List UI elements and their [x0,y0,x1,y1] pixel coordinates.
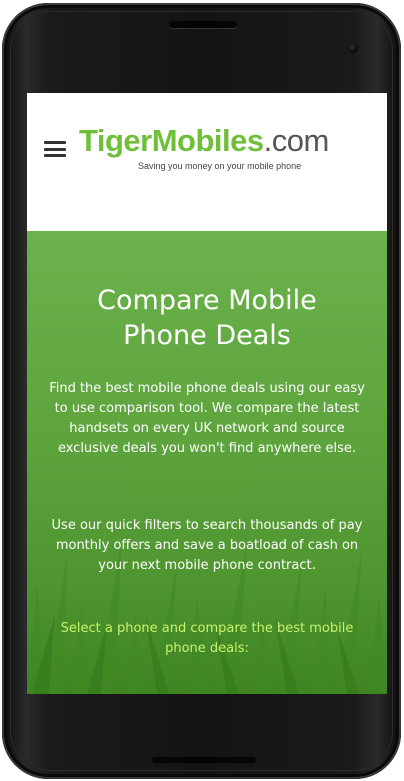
site-logo[interactable]: TigerMobiles.com [79,123,329,159]
logo-tld: .com [263,123,330,158]
logo-brand: TigerMobiles [79,123,264,158]
hero-title-line1: Compare Mobile [97,285,317,316]
front-camera [348,43,358,53]
compare-cta: Select a phone and compare the best mobi… [60,621,354,656]
phone-screen: TigerMobiles.com Saving you money on you… [27,93,387,694]
site-tagline: Saving you money on your mobile phone [138,161,302,171]
hero-title-line2: Phone Deals [123,320,291,351]
hero-title: Compare Mobile Phone Deals [27,283,387,353]
hero-section: Compare Mobile Phone Deals Find the best… [27,231,387,694]
speaker-grille [169,21,237,28]
bottom-speaker [152,757,256,763]
hamburger-icon[interactable] [44,141,66,157]
hero-paragraph-2: Use our quick filters to search thousand… [51,518,363,573]
site-header: TigerMobiles.com Saving you money on you… [27,93,387,231]
hero-paragraph-1: Find the best mobile phone deals using o… [49,381,365,456]
